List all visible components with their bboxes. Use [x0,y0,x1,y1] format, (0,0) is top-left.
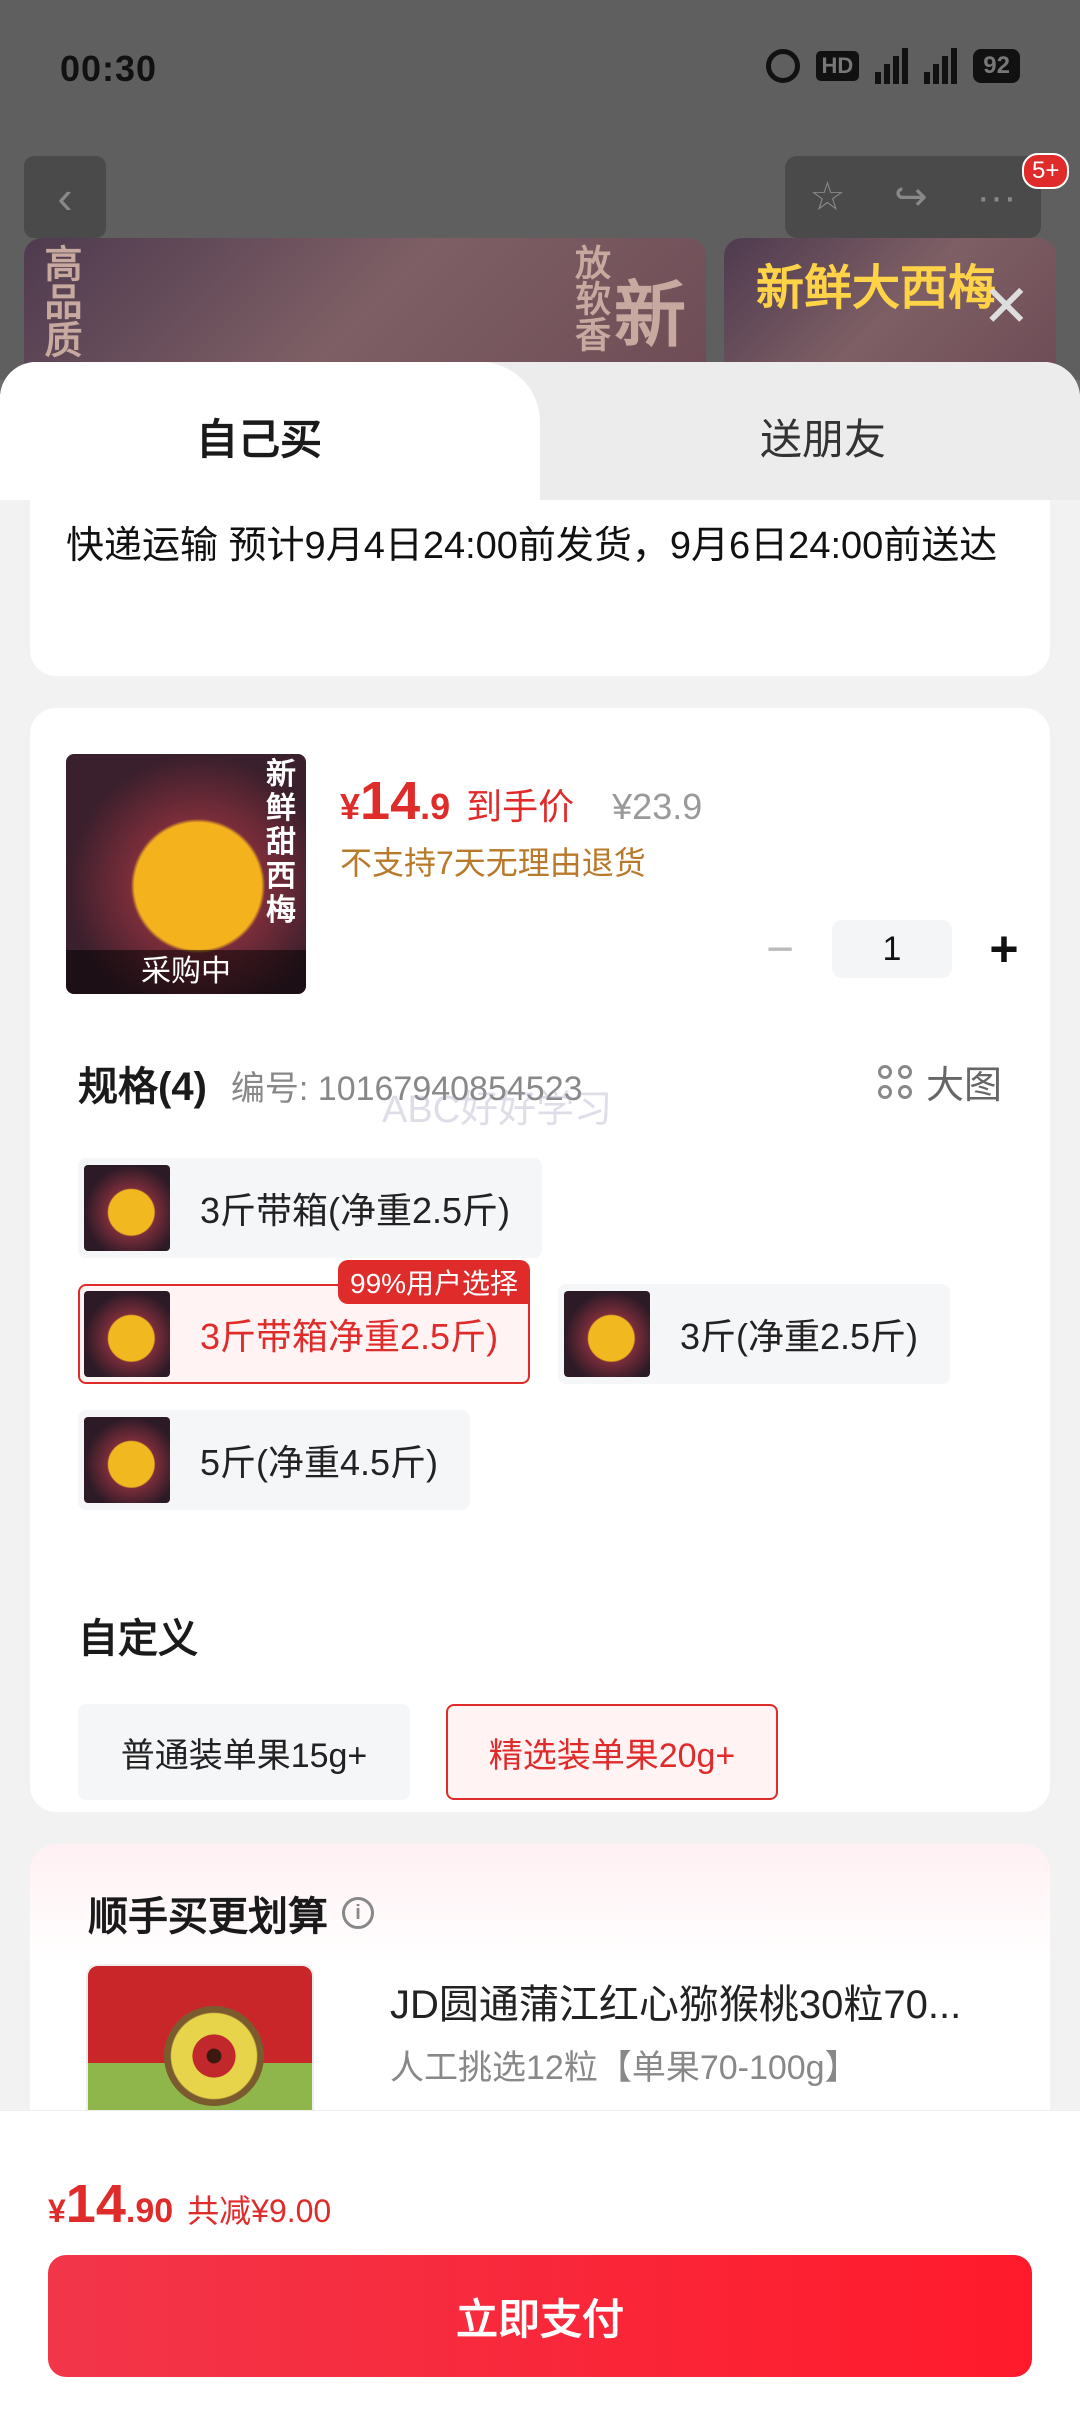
delivery-info: 快递运输 预计9月4日24:00前发货，9月6日24:00前送达 [30,500,1050,676]
option-thumbnail [84,1165,170,1251]
price-row: ¥ 14 .9 到手价 ¥23.9 [340,770,702,832]
pay-now-button[interactable]: 立即支付 [48,2255,1032,2377]
original-price: ¥23.9 [612,786,703,827]
addon-title: 顺手买更划算 i [88,1884,374,1942]
spec-option[interactable]: 5斤(净重4.5斤) [78,1410,471,1510]
quantity-input[interactable]: 1 [832,920,952,978]
watermark: ABC好好学习 [382,1089,613,1131]
option-thumbnail [84,1291,170,1377]
spec-title: 规格(4) [78,1065,207,1109]
signal-icon [875,48,909,84]
chevron-left-icon: ‹ [57,171,73,223]
notification-badge: 5+ [1022,153,1070,189]
spec-card: 新鲜甜西梅 采购中 ¥ 14 .9 到手价 ¥23.9 不支持7天无理由退货 −… [30,708,1050,1812]
price-integer: 14 [360,771,421,831]
product-image-label: 采购中 [66,950,306,994]
alarm-icon [765,49,800,83]
addon-product-name[interactable]: JD圆通蒲江红心猕猴桃30粒70... [390,1972,961,2030]
custom-option[interactable]: 普通装单果15g+ [78,1704,410,1800]
header-tools: ☆ ↪ ··· [785,156,1041,238]
option-thumbnail [84,1417,170,1503]
checkout-bar: ¥ 14 .90 共减¥9.00 立即支付 [0,2110,1080,2412]
big-image-button[interactable]: 大图 [877,1054,1002,1109]
price-label: 到手价 [466,786,575,827]
minus-button[interactable]: − [750,922,810,977]
return-policy: 不支持7天无理由退货 [340,845,646,881]
status-time: 00:30 [60,48,158,89]
option-thumbnail [564,1291,650,1377]
info-icon[interactable]: i [342,1897,374,1929]
spec-option-selected[interactable]: 3斤带箱净重2.5斤) 99%用户选择 [78,1260,531,1384]
product-image[interactable]: 新鲜甜西梅 采购中 [66,754,306,994]
addon-product-sub: 人工挑选12粒【单果70-100g】 [390,2049,859,2087]
signal-icon [924,48,958,84]
plus-button[interactable]: + [974,920,1034,978]
back-button[interactable]: ‹ [24,156,106,238]
product-image-title: 新鲜甜西梅 [266,758,296,927]
spec-option[interactable]: 3斤带箱(净重2.5斤) [78,1158,543,1258]
grid-icon [877,1064,912,1099]
tab-bar: 送朋友 自己买 [0,362,1080,500]
price-decimal: .9 [420,786,451,827]
close-icon[interactable]: ✕ [982,272,1031,340]
hd-icon: HD [815,51,860,81]
custom-title: 自定义 [78,1617,198,1661]
star-icon[interactable]: ☆ [809,174,845,220]
quantity-stepper: − 1 + [750,920,1034,978]
addon-card: 顺手买更划算 i JD圆通蒲江红心猕猴桃30粒70... 人工挑选12粒【单果7… [30,1844,1050,2144]
price-currency: ¥ [340,786,361,827]
kiwi-image [164,2006,264,2106]
status-icons: HD 92 [765,48,1020,84]
purchase-sheet: 送朋友 自己买 快递运输 预计9月4日24:00前发货，9月6日24:00前送达… [0,362,1080,2412]
battery-icon: 92 [973,49,1020,83]
more-icon[interactable]: ··· [977,175,1017,220]
saving-text: 共减¥9.00 [187,2193,332,2229]
tab-self[interactable]: 自己买 [0,362,540,500]
popular-tag: 99%用户选择 [338,1260,531,1304]
total-price: ¥ 14 .90 共减¥9.00 [48,2174,332,2234]
spec-option[interactable]: 3斤(净重2.5斤) [558,1284,951,1384]
custom-option-selected[interactable]: 精选装单果20g+ [446,1704,778,1800]
share-icon[interactable]: ↪ [894,174,928,220]
